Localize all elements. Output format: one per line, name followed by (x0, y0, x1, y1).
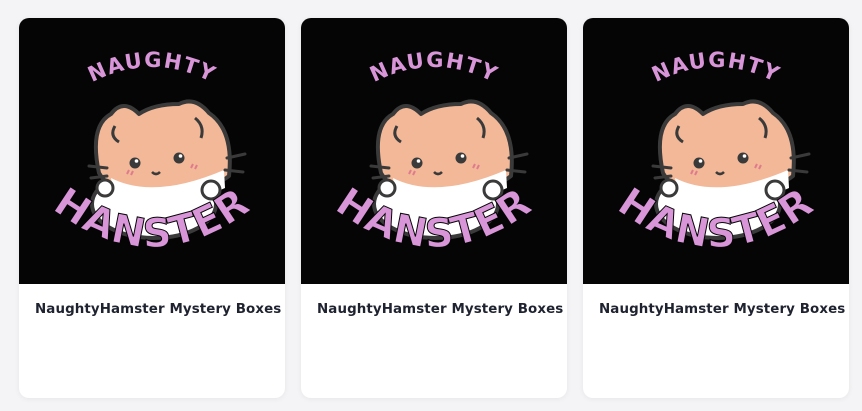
product-title[interactable]: NaughtyHamster Mystery Boxes (317, 302, 563, 317)
product-image[interactable]: NAUGHTY HANSTER (19, 18, 285, 284)
product-image[interactable]: NAUGHTY HANSTER (301, 18, 567, 284)
logo-top-word: NAUGHTY (648, 48, 782, 87)
product-card[interactable]: NAUGHTY HANSTER NaughtyHamster Mystery B… (19, 18, 285, 398)
product-title[interactable]: NaughtyHamster Mystery Boxes (35, 302, 281, 317)
svg-text:NAUGHTY: NAUGHTY (366, 48, 502, 87)
naughty-hamster-logo: NAUGHTY HANSTER (45, 48, 258, 258)
logo-top-word: NAUGHTY (84, 48, 218, 87)
svg-text:NAUGHTY: NAUGHTY (84, 48, 220, 87)
product-card[interactable]: NAUGHTY HANSTER NaughtyHamster Mystery B… (301, 18, 567, 398)
product-image[interactable]: NAUGHTY HANSTER (583, 18, 849, 284)
svg-text:NAUGHTY: NAUGHTY (648, 48, 784, 87)
product-card[interactable]: NAUGHTY HANSTER NaughtyHamster Mystery B… (583, 18, 849, 398)
naughty-hamster-logo: NAUGHTY HANSTER (327, 48, 540, 258)
naughty-hamster-logo: NAUGHTY HANSTER (609, 48, 822, 258)
product-grid: NAUGHTY HANSTER NaughtyHamster Mystery B… (19, 18, 849, 398)
logo-top-word: NAUGHTY (366, 48, 500, 87)
product-title[interactable]: NaughtyHamster Mystery Boxes (599, 302, 845, 317)
